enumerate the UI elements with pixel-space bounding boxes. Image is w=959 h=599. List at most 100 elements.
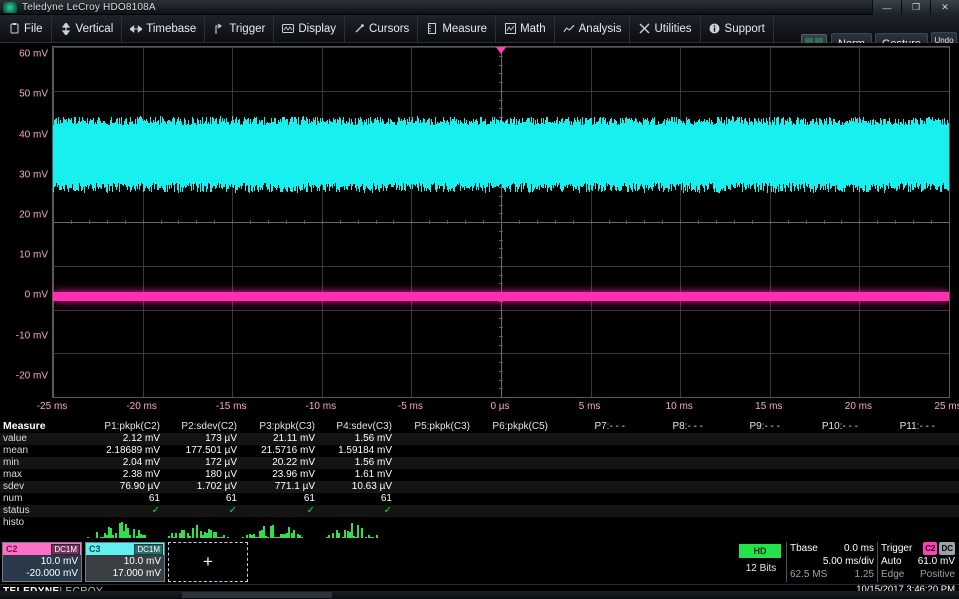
menu-item-analysis[interactable]: Analysis: [555, 15, 631, 43]
measure-cell-num: 61: [315, 493, 392, 505]
measure-row[interactable]: sdev76.90 µV1.702 µV771.1 µV10.63 µV: [0, 481, 959, 493]
measure-cell-value: 21.11 mV: [238, 433, 315, 445]
measure-column-header[interactable]: P9:- - -: [703, 420, 780, 433]
menu-item-file[interactable]: File: [0, 15, 52, 43]
x-axis-tick-label: -15 ms: [216, 401, 247, 412]
measure-row[interactable]: num61616161: [0, 493, 959, 505]
title-bar: Teledyne LeCroy HDO8108A — ❐ ✕: [0, 0, 959, 15]
add-channel-button[interactable]: +: [168, 542, 248, 582]
measure-cell-status: ✓: [238, 505, 315, 517]
trigger-position-marker[interactable]: [496, 47, 506, 54]
measure-histogram: [238, 520, 315, 540]
menu-item-trigger[interactable]: Trigger: [205, 15, 274, 43]
measure-column-header[interactable]: P4:sdev(C3): [315, 420, 392, 433]
x-axis-tick-label: 20 ms: [845, 401, 872, 412]
analysis-icon: [563, 23, 575, 35]
trigger-source-row: Trigger C2DC: [881, 542, 955, 555]
x-axis-tick-label: -20 ms: [126, 401, 157, 412]
measure-column-header[interactable]: P2:sdev(C2): [160, 420, 237, 433]
window-title: Teledyne LeCroy HDO8108A: [22, 2, 156, 13]
menu-item-support[interactable]: Support: [701, 15, 774, 43]
measure-table[interactable]: MeasureP1:pkpk(C2)P2:sdev(C2)P3:pkpk(C3)…: [0, 420, 959, 538]
measure-cell-min: 172 µV: [160, 457, 237, 469]
channel-name: C3: [87, 544, 101, 554]
measure-column-header[interactable]: P11:- - -: [858, 420, 935, 433]
channel-descriptor-c3[interactable]: C3 DC1M 10.0 mV 17.000 mV: [85, 542, 165, 582]
measure-row[interactable]: MeasureP1:pkpk(C2)P2:sdev(C2)P3:pkpk(C3)…: [0, 420, 959, 433]
menu-bar: File Vertical Timebase Trigger Display: [0, 15, 959, 43]
channel-descriptor-c2[interactable]: C2 DC1M 10.0 mV -20.000 mV: [2, 542, 82, 582]
x-axis-tick-label: 25 ms: [934, 401, 959, 412]
measure-row[interactable]: value2.12 mV173 µV21.11 mV1.56 mV: [0, 433, 959, 445]
trigger-mode: Auto: [881, 555, 902, 568]
measure-column-header[interactable]: P3:pkpk(C3): [238, 420, 315, 433]
menu-label: Timebase: [146, 23, 196, 35]
measure-row[interactable]: mean2.18689 mV177.501 µV21.5716 mV1.5918…: [0, 445, 959, 457]
math-icon: [504, 23, 516, 35]
menu-item-display[interactable]: Display: [274, 15, 345, 43]
graticule[interactable]: C3 C2: [52, 46, 950, 398]
measure-cell-status: ✓: [160, 505, 237, 517]
measure-cell-status: ✓: [315, 505, 392, 517]
channel-marker-c2[interactable]: C2: [52, 290, 53, 299]
x-axis-tick-label: -5 ms: [398, 401, 423, 412]
menu-label: File: [24, 23, 43, 35]
divider: [877, 542, 878, 582]
measure-column-header[interactable]: P6:pkpk(C5): [471, 420, 548, 433]
coupling-badge[interactable]: DC1M: [134, 544, 163, 555]
trigger-status[interactable]: Trigger C2DC Auto 61.0 mV Edge Positive: [881, 542, 955, 581]
measure-column-header[interactable]: P8:- - -: [626, 420, 703, 433]
divider: [786, 542, 787, 582]
menu-item-math[interactable]: Math: [496, 15, 555, 43]
measure-cell-value: 1.56 mV: [315, 433, 392, 445]
y-axis-tick-label: 0 mV: [25, 290, 48, 301]
measure-column-header[interactable]: P12:- - -: [935, 420, 959, 433]
menu-label: Measure: [442, 23, 487, 35]
measure-row-label: mean: [3, 445, 28, 457]
window-controls: — ❐ ✕: [872, 0, 959, 15]
measure-row[interactable]: min2.04 mV172 µV20.22 mV1.56 mV: [0, 457, 959, 469]
hd-mode-badge[interactable]: HD: [739, 544, 781, 558]
trigger-slope-icon: [213, 23, 225, 35]
measure-row[interactable]: status✓✓✓✓: [0, 505, 959, 517]
descriptor-body: 10.0 mV -20.000 mV: [3, 555, 81, 582]
measure-cell-max: 23.96 mV: [238, 469, 315, 481]
measure-histogram: [160, 520, 237, 540]
menu-label: Cursors: [369, 23, 409, 35]
status-bar: C2 DC1M 10.0 mV -20.000 mV C3 DC1M 10.0 …: [0, 538, 959, 599]
waveform-plot[interactable]: 60 mV50 mV40 mV30 mV20 mV10 mV0 mV-10 mV…: [0, 43, 959, 418]
measure-cell-value: 2.12 mV: [83, 433, 160, 445]
taskbar-item[interactable]: [182, 592, 332, 598]
measure-column-header[interactable]: P10:- - -: [781, 420, 858, 433]
menu-item-measure[interactable]: Measure: [418, 15, 496, 43]
measure-cell-max: 1.61 mV: [315, 469, 392, 481]
menu-item-timebase[interactable]: Timebase: [122, 15, 205, 43]
x-axis-tick-label: 15 ms: [755, 401, 782, 412]
channel-marker-c3[interactable]: C3: [52, 150, 53, 159]
menu-label: Utilities: [654, 23, 691, 35]
trigger-type-row: Edge Positive: [881, 568, 955, 581]
waveform-trace-c2: [53, 292, 949, 301]
measure-cell-num: 61: [160, 493, 237, 505]
taskbar[interactable]: [0, 591, 959, 599]
trigger-coupling[interactable]: DC: [939, 542, 955, 555]
measure-column-header[interactable]: P5:pkpk(C3): [393, 420, 470, 433]
measure-row[interactable]: max2.38 mV180 µV23.96 mV1.61 mV: [0, 469, 959, 481]
minimize-icon[interactable]: —: [872, 0, 901, 15]
menu-item-vertical[interactable]: Vertical: [52, 15, 123, 43]
measure-column-header[interactable]: P1:pkpk(C2): [83, 420, 160, 433]
descriptor-header: C3 DC1M: [86, 543, 164, 555]
trigger-slope: Positive: [920, 568, 955, 581]
measure-cell-sdev: 771.1 µV: [238, 481, 315, 493]
coupling-badge[interactable]: DC1M: [51, 544, 80, 555]
menu-item-cursors[interactable]: Cursors: [345, 15, 418, 43]
maximize-icon[interactable]: ❐: [901, 0, 930, 15]
menu-item-utilities[interactable]: Utilities: [630, 15, 700, 43]
measure-cell-max: 2.38 mV: [83, 469, 160, 481]
measure-column-header[interactable]: P7:- - -: [548, 420, 625, 433]
close-icon[interactable]: ✕: [930, 0, 959, 15]
trigger-source[interactable]: C2: [923, 542, 937, 555]
trigger-level: 61.0 mV: [918, 555, 955, 568]
timebase-label: Tbase: [790, 542, 818, 555]
timebase-status[interactable]: Tbase 0.0 ms 5.00 ms/div 62.5 MS 1.25: [790, 542, 874, 581]
